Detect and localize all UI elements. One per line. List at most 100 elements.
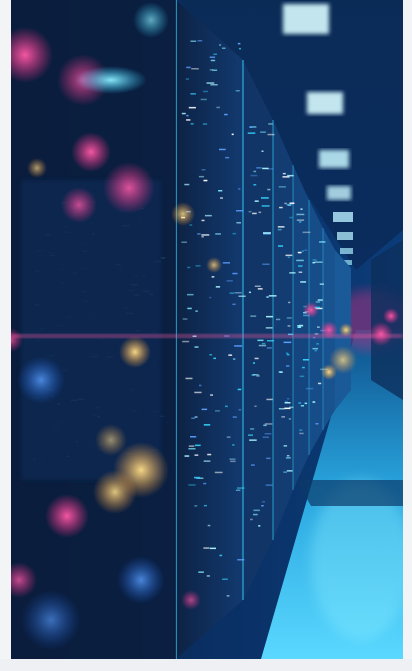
rack-led bbox=[300, 405, 304, 407]
rack-led bbox=[232, 358, 236, 360]
rack-led bbox=[184, 183, 190, 186]
rack-led bbox=[304, 249, 308, 251]
rack-led bbox=[237, 42, 241, 45]
rack-led bbox=[203, 482, 207, 485]
rack-led bbox=[286, 317, 292, 319]
rack-led bbox=[190, 93, 196, 95]
rack-led bbox=[285, 457, 291, 459]
rack-led bbox=[287, 256, 290, 259]
rack-led bbox=[230, 460, 236, 463]
rack-led bbox=[251, 464, 255, 466]
rack-led bbox=[312, 259, 317, 261]
rack-led bbox=[283, 445, 288, 447]
rack-led bbox=[213, 53, 218, 55]
rack-led bbox=[237, 388, 242, 391]
rack-led bbox=[232, 444, 235, 446]
rack-led bbox=[257, 288, 263, 290]
rack-led bbox=[262, 436, 269, 438]
rack-led bbox=[298, 271, 303, 273]
rack-led bbox=[248, 210, 252, 213]
floor-grate bbox=[296, 480, 403, 506]
rack-led bbox=[262, 263, 270, 265]
rack-led bbox=[286, 455, 290, 457]
rack-led bbox=[305, 387, 314, 390]
rack-led bbox=[238, 47, 241, 50]
rack-led bbox=[203, 90, 209, 93]
rack-led bbox=[232, 303, 236, 306]
rack-led bbox=[296, 259, 304, 262]
rack-led bbox=[302, 366, 305, 369]
rack-led bbox=[264, 433, 272, 435]
rack-led bbox=[226, 595, 230, 597]
bottom-strip bbox=[0, 659, 412, 671]
rack-led bbox=[299, 221, 302, 223]
rack-led bbox=[236, 210, 244, 212]
rack-led bbox=[312, 347, 318, 350]
rack-led bbox=[300, 281, 307, 283]
rack-led bbox=[276, 318, 281, 321]
rack-led bbox=[209, 56, 216, 58]
rack-led bbox=[282, 172, 286, 175]
rack-led bbox=[319, 241, 326, 243]
image-viewer bbox=[0, 0, 412, 671]
rack-led bbox=[218, 190, 223, 192]
rack-led bbox=[201, 408, 208, 411]
rack-led bbox=[181, 112, 186, 115]
server-room-illustration bbox=[11, 0, 403, 659]
rack-led bbox=[296, 213, 305, 216]
rack-led bbox=[232, 272, 238, 275]
rack-led bbox=[301, 250, 304, 252]
rack-led bbox=[229, 292, 235, 294]
rack-led bbox=[203, 504, 207, 507]
rack-led bbox=[284, 407, 291, 410]
rack-led bbox=[256, 167, 262, 169]
rack-led bbox=[188, 448, 196, 450]
rack-led bbox=[206, 82, 215, 84]
rack-led bbox=[277, 226, 285, 228]
rack-led bbox=[317, 326, 320, 328]
rack-led bbox=[268, 295, 277, 297]
rack-led bbox=[201, 169, 206, 171]
rack-led bbox=[260, 131, 266, 133]
rack-led bbox=[285, 352, 289, 354]
rack-led bbox=[238, 295, 246, 297]
rack-led bbox=[222, 262, 230, 264]
rack-led bbox=[289, 216, 293, 219]
rack-led bbox=[185, 377, 193, 380]
rack-led bbox=[194, 391, 202, 394]
rack-led bbox=[184, 455, 190, 457]
rack-led bbox=[304, 402, 308, 405]
rack-led bbox=[315, 423, 319, 425]
rack-led bbox=[235, 90, 240, 92]
rack-led bbox=[198, 571, 204, 573]
rack-led bbox=[186, 114, 189, 117]
rack-led bbox=[190, 123, 194, 125]
rack-led bbox=[202, 123, 208, 125]
rack-led bbox=[266, 347, 272, 349]
rack-led bbox=[194, 346, 199, 348]
rack-led bbox=[237, 559, 245, 561]
rack-led bbox=[285, 254, 293, 257]
rack-led bbox=[261, 501, 265, 503]
rack-led bbox=[185, 78, 189, 80]
rack-led bbox=[266, 457, 271, 460]
rack-led bbox=[248, 434, 253, 436]
rack-led bbox=[225, 405, 228, 408]
rack-led bbox=[286, 365, 290, 367]
rack-led bbox=[195, 265, 201, 267]
rack-led bbox=[314, 261, 323, 263]
rack-led bbox=[284, 400, 288, 403]
rack-led bbox=[198, 175, 204, 178]
rack-led bbox=[188, 484, 196, 486]
rack-led bbox=[298, 402, 302, 404]
rack-led bbox=[287, 204, 292, 206]
rack-led bbox=[210, 394, 213, 396]
rack-led bbox=[267, 133, 275, 136]
rack-led bbox=[235, 489, 241, 491]
rack-led bbox=[257, 339, 264, 342]
rack-led bbox=[250, 428, 255, 430]
rack-led bbox=[277, 228, 282, 231]
rack-led bbox=[298, 265, 303, 267]
rack-led bbox=[254, 357, 259, 360]
rack-led bbox=[215, 410, 220, 412]
